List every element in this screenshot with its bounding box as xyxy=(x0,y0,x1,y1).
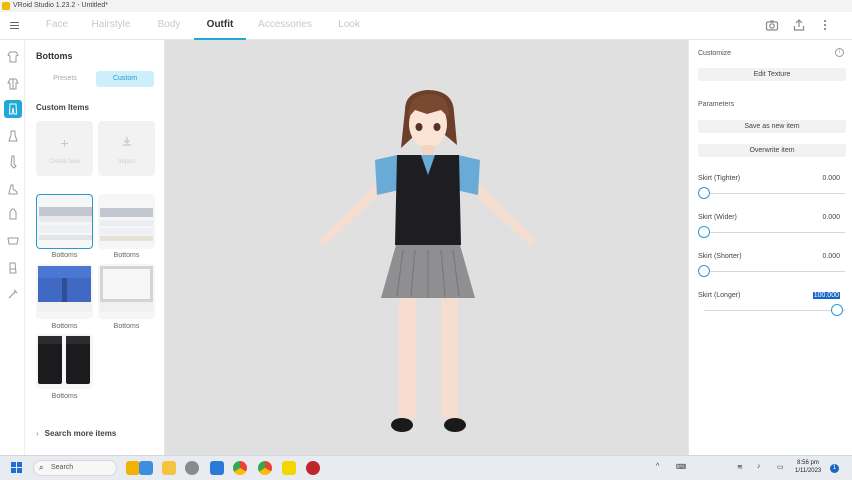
item-panel: Bottoms Presets Custom Custom Items + Cr… xyxy=(25,40,165,455)
item-thumbnail-1[interactable] xyxy=(36,194,93,249)
save-as-new-item-button[interactable]: Save as new item xyxy=(698,120,846,133)
skirt-shorter-slider[interactable] xyxy=(698,265,710,277)
category-icon-bar xyxy=(0,40,25,455)
item-label-4: Bottoms xyxy=(113,323,140,330)
file-explorer-icon[interactable] xyxy=(126,461,140,475)
window-title: VRoid Studio 1.23.2 - Untitled* xyxy=(13,2,108,9)
item-thumbnail-4[interactable] xyxy=(98,264,155,319)
mail-icon[interactable] xyxy=(185,461,199,475)
taskbar-clock[interactable]: 8:56 pm 1/11/2023 xyxy=(795,459,821,475)
skirt-wider-slider[interactable] xyxy=(698,226,710,238)
top-nav: Face Hairstyle Body Outfit Accessories L… xyxy=(0,12,852,40)
notification-badge[interactable]: 1 xyxy=(830,464,839,473)
inner-icon[interactable] xyxy=(4,259,22,277)
custom-tab[interactable]: Custom xyxy=(96,71,154,87)
item-label-2: Bottoms xyxy=(113,252,140,259)
gloves-icon[interactable] xyxy=(4,205,22,223)
import-label: Import xyxy=(117,159,135,165)
tab-body[interactable]: Body xyxy=(148,12,190,40)
section-title: Custom Items xyxy=(36,103,89,112)
skirt-longer-slider[interactable] xyxy=(831,304,843,316)
skirt-longer-track[interactable] xyxy=(704,310,845,311)
vroid-studio-window: VRoid Studio 1.23.2 - Untitled* Face Hai… xyxy=(0,0,852,480)
skirt-shorter-label: Skirt (Shorter) xyxy=(698,253,742,260)
hamburger-menu-icon[interactable] xyxy=(9,20,21,32)
edit-texture-button[interactable]: Edit Texture xyxy=(698,68,846,81)
chevron-right-icon: › xyxy=(36,429,39,438)
item-thumbnail-5[interactable] xyxy=(36,334,93,389)
skirt-tighter-track[interactable] xyxy=(704,193,845,194)
tab-look[interactable]: Look xyxy=(330,12,368,40)
import-icon xyxy=(98,135,155,152)
tab-outfit[interactable]: Outfit xyxy=(194,12,246,40)
taskbar-search-label: Search xyxy=(51,464,74,471)
accessory-icon[interactable] xyxy=(4,285,22,303)
skirt-tighter-value[interactable]: 0.000 xyxy=(822,175,840,182)
battery-icon[interactable]: ▭ xyxy=(777,463,784,471)
tab-accessories[interactable]: Accessories xyxy=(254,12,316,40)
search-more-label: Search more items xyxy=(44,429,117,438)
info-icon[interactable]: i xyxy=(835,48,844,57)
tray-chevron-icon[interactable]: ^ xyxy=(656,463,659,470)
one-piece-icon[interactable] xyxy=(4,127,22,145)
skirt-wider-value[interactable]: 0.000 xyxy=(822,214,840,221)
item-label-5: Bottoms xyxy=(51,393,78,400)
presets-tab[interactable]: Presets xyxy=(36,71,94,87)
item-thumbnail-3[interactable] xyxy=(36,264,93,319)
search-icon: ⌕ xyxy=(39,463,44,472)
skirt-wider-track[interactable] xyxy=(704,232,845,233)
create-new-card[interactable]: + Create New xyxy=(36,121,93,176)
title-bar: VRoid Studio 1.23.2 - Untitled* xyxy=(0,0,852,12)
overwrite-item-button[interactable]: Overwrite item xyxy=(698,144,846,157)
shoes-icon[interactable] xyxy=(4,180,22,198)
vscode-icon[interactable] xyxy=(258,461,272,475)
parameters-title: Parameters xyxy=(698,101,735,108)
export-icon[interactable] xyxy=(792,18,806,32)
skirt-wider-label: Skirt (Wider) xyxy=(698,214,737,221)
customize-panel: Customize i Edit Texture Parameters Save… xyxy=(688,40,852,455)
skirt-longer-label: Skirt (Longer) xyxy=(698,292,741,299)
skirt-tighter-label: Skirt (Tighter) xyxy=(698,175,741,182)
clock-time: 8:56 pm xyxy=(797,460,819,466)
skirt-shorter-value[interactable]: 0.000 xyxy=(822,253,840,260)
neck-icon[interactable] xyxy=(4,232,22,250)
vroid-app-icon xyxy=(2,2,10,10)
folder-icon[interactable] xyxy=(162,461,176,475)
skirt-shorter-track[interactable] xyxy=(704,271,845,272)
wifi-icon[interactable]: ≋ xyxy=(737,463,743,471)
volume-icon[interactable]: ♪ xyxy=(757,463,761,470)
item-label-1: Bottoms xyxy=(51,252,78,259)
os-taskbar: ⌕ Search ^ ⌨ ≋ ♪ ▭ 8:56 pm 1/11/2023 1 xyxy=(0,455,852,480)
shirt-icon[interactable] xyxy=(4,48,22,66)
import-card[interactable]: Import xyxy=(98,121,155,176)
taskbar-search-box[interactable]: ⌕ Search xyxy=(33,460,117,476)
pants-icon[interactable] xyxy=(4,100,22,118)
chrome-icon[interactable] xyxy=(210,461,224,475)
socks-icon[interactable] xyxy=(4,153,22,171)
item-label-3: Bottoms xyxy=(51,323,78,330)
vroid-icon[interactable] xyxy=(306,461,320,475)
item-thumbnail-2[interactable] xyxy=(98,194,155,249)
skirt-tighter-slider[interactable] xyxy=(698,187,710,199)
panel-title: Bottoms xyxy=(36,51,73,61)
chrome-2-icon[interactable] xyxy=(233,461,247,475)
more-vert-icon[interactable] xyxy=(818,18,832,32)
store-icon[interactable] xyxy=(139,461,153,475)
clock-date: 1/11/2023 xyxy=(795,468,822,474)
windows-start-icon[interactable] xyxy=(11,462,23,474)
tab-hairstyle[interactable]: Hairstyle xyxy=(86,12,136,40)
create-new-label: Create New xyxy=(48,159,81,165)
customize-title: Customize xyxy=(698,50,732,57)
search-more-items-link[interactable]: › Search more items xyxy=(36,429,116,438)
camera-icon[interactable] xyxy=(765,18,779,32)
tab-face[interactable]: Face xyxy=(37,12,77,40)
model-viewport[interactable] xyxy=(165,40,688,455)
avatar-model-image xyxy=(320,90,535,432)
notes-icon[interactable] xyxy=(282,461,296,475)
plus-icon: + xyxy=(60,135,69,151)
keyboard-icon[interactable]: ⌨ xyxy=(676,463,686,471)
skirt-longer-value[interactable]: 100.000 xyxy=(812,292,840,299)
jacket-icon[interactable] xyxy=(4,75,22,93)
